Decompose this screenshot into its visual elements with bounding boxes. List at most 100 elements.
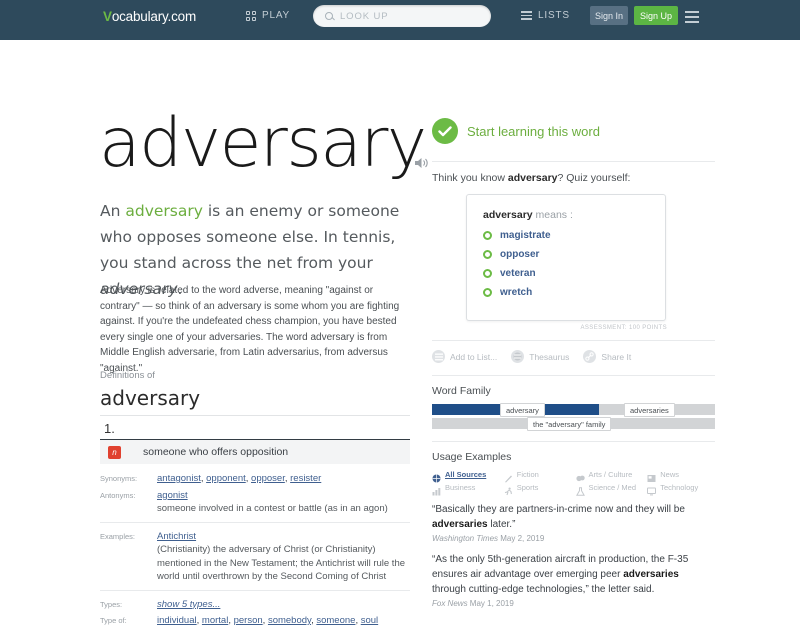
nav-play[interactable]: PLAY [246, 10, 290, 21]
example-quote-post: through cutting-edge technologies,” the … [432, 584, 655, 595]
quiz-option[interactable]: veteran [483, 268, 665, 279]
definitions-heading: Definitions of [100, 370, 155, 381]
site-logo[interactable]: Vocabulary.com [103, 9, 196, 24]
word-family-bar-2[interactable]: the "adversary" family [432, 417, 715, 431]
quiz-option-label: magistrate [500, 230, 551, 241]
action-row: Add to List... Thesaurus Share It [432, 340, 715, 363]
sign-in-button[interactable]: Sign In [590, 6, 628, 25]
example-quote-pre: “Basically they are partners-in-crime no… [432, 504, 685, 515]
definition-attr-value: agonist someone involved in a contest or … [157, 489, 388, 516]
word-long-description: Adversary is related to the word adverse… [100, 285, 400, 374]
quiz-option[interactable]: wretch [483, 287, 665, 298]
definition-attr-subtext: (Christianity) the adversary of Christ (… [157, 544, 406, 582]
site-header: Vocabulary.com PLAY LOOK UP LISTS Sign I… [0, 0, 800, 40]
start-learning-button[interactable]: Start learning this word [432, 118, 715, 144]
example-quote-post: later.” [487, 519, 516, 530]
pos-badge: n [108, 445, 121, 459]
usage-examples-list: “Basically they are partners-in-crime no… [432, 502, 715, 608]
example-quote-keyword: adversaries [623, 569, 679, 580]
radio-icon[interactable] [483, 250, 492, 259]
definition-attr-link[interactable]: antagonist [157, 473, 201, 484]
divider [100, 589, 410, 591]
definition-number: 1. [104, 421, 115, 436]
definition-attr-value: show 5 types... [157, 598, 220, 612]
example-source[interactable]: Fox News [432, 599, 468, 608]
page-title: adversary [99, 104, 427, 183]
logo-check-icon: V [103, 9, 112, 24]
search-box[interactable]: LOOK UP [313, 5, 491, 27]
action-share-it[interactable]: Share It [583, 350, 631, 363]
quiz-option[interactable]: opposer [483, 249, 665, 260]
definition-attr-link[interactable]: Antichrist [157, 531, 196, 542]
source-filter-label: Fiction [516, 470, 539, 479]
source-filter-arts-culture[interactable]: Arts / Culture [575, 470, 644, 482]
example-date: May 2, 2019 [498, 534, 545, 543]
thesaurus-icon [511, 350, 525, 363]
quiz-options: magistrate opposer veteran wretch [483, 230, 665, 298]
definition-attr-link[interactable]: show 5 types... [157, 599, 220, 610]
logo-text: ocabulary.com [111, 9, 197, 24]
quiz-option-label: veteran [500, 268, 536, 279]
quiz-question-suffix: means : [532, 209, 573, 221]
definition-attr-link[interactable]: soul [361, 615, 378, 626]
hamburger-menu-icon[interactable] [685, 11, 699, 23]
usage-examples-title: Usage Examples [432, 451, 512, 463]
definition-attr-row: Type of: individual, mortal, person, some… [100, 614, 410, 628]
definition-attr-subtext: someone involved in a contest or battle … [157, 503, 388, 514]
word-family-chip-adversaries[interactable]: adversaries [624, 403, 675, 417]
radio-icon[interactable] [483, 288, 492, 297]
source-filter-science-med[interactable]: Science / Med [575, 483, 644, 496]
link-icon [583, 350, 597, 363]
action-thesaurus[interactable]: Thesaurus [511, 350, 569, 363]
monitor-icon [647, 483, 657, 496]
action-label: Share It [601, 351, 632, 362]
quiz-option-label: wretch [500, 287, 533, 298]
source-filter-technology[interactable]: Technology [647, 483, 715, 496]
word-family-chip-adversary[interactable]: adversary [500, 403, 545, 417]
usage-examples-block: Usage Examples All Sources Fiction Arts / … [432, 441, 715, 608]
word-family-bar-1[interactable]: adversary adversaries [432, 403, 715, 417]
radio-icon[interactable] [483, 231, 492, 240]
example-quote-keyword: adversaries [432, 519, 488, 530]
definition-attr-link[interactable]: opposer [251, 473, 285, 484]
definitions-word: adversary [100, 386, 201, 410]
nav-play-label: PLAY [262, 10, 291, 21]
source-filter-label: Sports [516, 483, 539, 492]
radio-icon[interactable] [483, 269, 492, 278]
source-filter-business[interactable]: Business [432, 483, 500, 496]
quiz-question-word: adversary [483, 209, 533, 221]
nav-lists[interactable]: LISTS [521, 10, 570, 21]
definition-attr-link[interactable]: agonist [157, 490, 188, 501]
speaker-icon[interactable] [415, 156, 429, 168]
sign-up-button[interactable]: Sign Up [634, 6, 678, 25]
example-source[interactable]: Washington Times [432, 534, 498, 543]
action-add-to-list[interactable]: Add to List... [432, 350, 497, 363]
list-icon [432, 350, 445, 363]
source-filter-label: Business [445, 483, 476, 492]
source-filter-label: Arts / Culture [588, 470, 633, 479]
example-quote: “Basically they are partners-in-crime no… [432, 502, 715, 532]
definition-attr-label: Types: [100, 599, 123, 609]
definition-attr-link[interactable]: somebody [268, 615, 311, 626]
definition-attr-link[interactable]: resister [290, 473, 321, 484]
chart-icon [432, 483, 441, 496]
definition-attr-link[interactable]: individual [157, 615, 197, 626]
example-meta: Fox News May 1, 2019 [432, 599, 715, 608]
definition-attr-label: Examples: [100, 531, 136, 541]
quiz-card: adversary means : magistrate opposer veter… [466, 194, 666, 321]
definition-attr-link[interactable]: mortal [202, 615, 228, 626]
source-filter-fiction[interactable]: Fiction [504, 470, 572, 483]
definitions-divider [100, 415, 410, 416]
source-filter-sports[interactable]: Sports [504, 483, 572, 496]
source-filter-all-sources[interactable]: All Sources [432, 470, 500, 483]
definition-attr-label: Type of: [100, 616, 127, 625]
definition-attr-link[interactable]: opponent [206, 473, 246, 484]
sidebar: Start learning this word Think you know … [432, 118, 715, 617]
source-filter-news[interactable]: News [647, 470, 715, 482]
definition-attr-link[interactable]: someone [316, 615, 355, 626]
search-input[interactable]: LOOK UP [340, 11, 389, 22]
definition-attr-link[interactable]: person [234, 615, 263, 626]
source-filter-label: News [660, 470, 680, 479]
quiz-option[interactable]: magistrate [483, 230, 665, 241]
word-family-chip-family[interactable]: the "adversary" family [527, 417, 612, 431]
